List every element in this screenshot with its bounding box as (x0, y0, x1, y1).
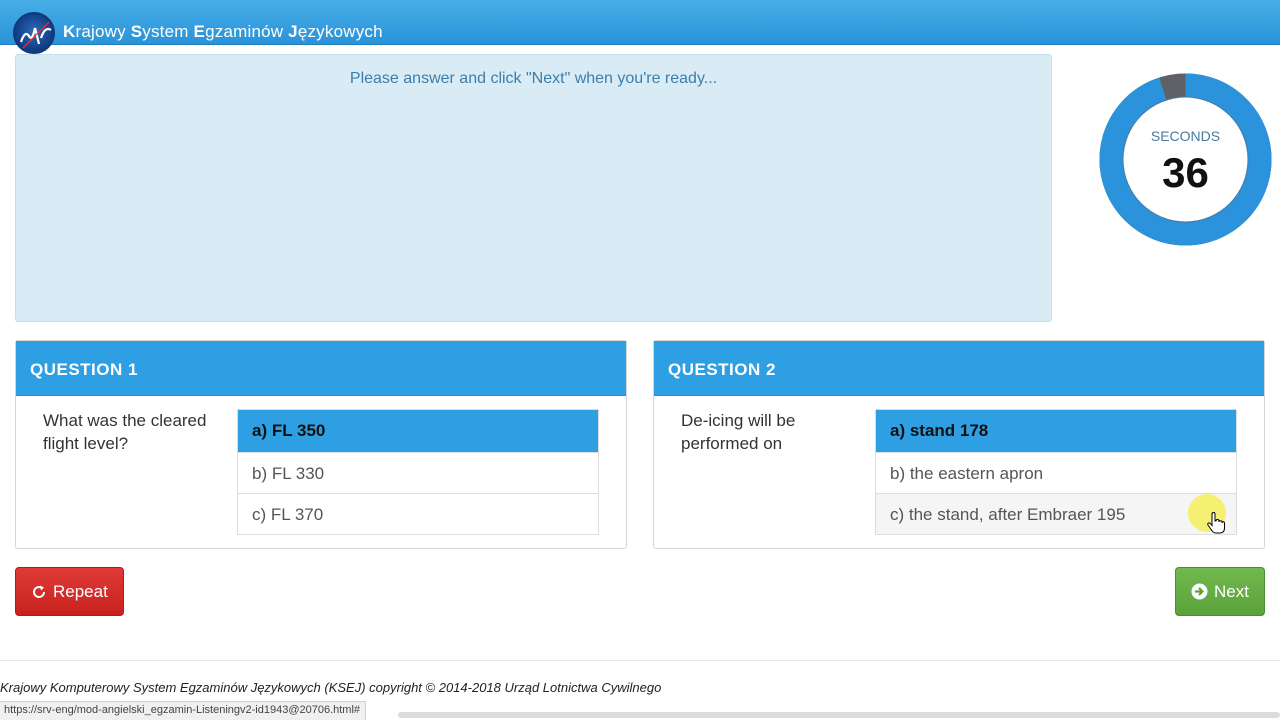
app-title: Krajowy System Egzaminów Językowych (63, 22, 383, 41)
answer-list: a) FL 350 b) FL 330 c) FL 370 (237, 409, 599, 535)
question-text: De-icing will be performed on (681, 411, 796, 453)
next-button-label: Next (1214, 581, 1249, 601)
ulc-logo-icon (13, 12, 55, 54)
question-title: QUESTION 1 (16, 341, 626, 396)
repeat-button-label: Repeat (53, 581, 108, 601)
answer-option-a[interactable]: a) stand 178 (876, 410, 1236, 452)
horizontal-scrollbar[interactable] (398, 712, 1280, 718)
question-title: QUESTION 2 (654, 341, 1264, 396)
arrow-circle-right-icon (1191, 583, 1208, 600)
header-bar: Krajowy System Egzaminów Językowych (0, 0, 1280, 54)
answer-option-c[interactable]: c) the stand, after Embraer 195 (876, 493, 1236, 534)
timer-seconds-value: 36 (1162, 149, 1209, 196)
repeat-button[interactable]: Repeat (15, 567, 124, 616)
question-panel-2: QUESTION 2 De-icing will be performed on… (653, 340, 1265, 549)
countdown-timer: SECONDS 36 (1098, 72, 1273, 247)
instruction-text: Please answer and click "Next" when you'… (349, 70, 718, 87)
instruction-panel: Please answer and click "Next" when you'… (15, 54, 1052, 322)
next-button[interactable]: Next (1175, 567, 1265, 616)
refresh-icon (31, 584, 47, 600)
answer-option-b[interactable]: b) FL 330 (238, 452, 598, 493)
hand-pointer-icon (1207, 511, 1225, 539)
footer-divider (0, 660, 1280, 661)
answer-option-c[interactable]: c) FL 370 (238, 493, 598, 534)
answer-option-b[interactable]: b) the eastern apron (876, 452, 1236, 493)
footer-copyright: Krajowy Komputerowy System Egzaminów Jęz… (0, 680, 662, 695)
question-panel-1: QUESTION 1 What was the cleared flight l… (15, 340, 627, 549)
timer-label: SECONDS (1150, 128, 1221, 144)
answer-option-a[interactable]: a) FL 350 (238, 410, 598, 452)
browser-status-url: https://srv-eng/mod-angielski_egzamin-Li… (0, 701, 367, 720)
answer-list: a) stand 178 b) the eastern apron c) the… (875, 409, 1237, 535)
question-text: What was the cleared flight level? (43, 411, 207, 453)
